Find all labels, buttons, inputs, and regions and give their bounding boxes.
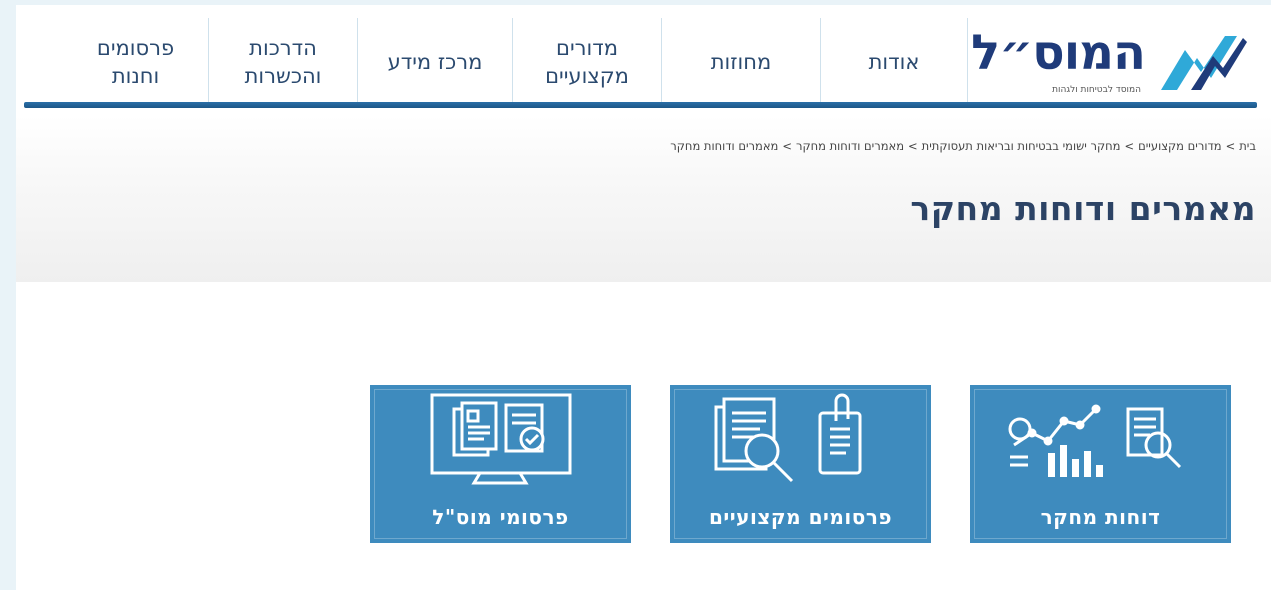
documents-magnifier-icon [714,393,862,483]
logo-tagline: המוסד לבטיחות ולגהות [1052,85,1141,95]
tile-label: פרסומים מקצועיים [708,505,893,529]
nav-item-label-line2: וחנות [111,64,160,88]
nav-item-label-line2: והכשרות [244,64,322,88]
tile-professional-publications[interactable]: פרסומים מקצועיים [670,385,931,543]
nav-item-label: מרכז מידע [387,50,483,74]
breadcrumb-current: מאמרים ודוחות מחקר [670,139,779,153]
nav-item-exhibitions[interactable]: מחוזות [661,18,820,106]
logo-wordmark: המוס״ל [971,25,1146,81]
title-band: בית>מדורים מקצועיים>מחקר ישומי בבטיחות ו… [16,115,1271,282]
nav-item-label-line1: מדורים [556,36,618,60]
breadcrumb-separator: > [782,139,792,153]
site-logo[interactable]: המוס״ל המוסד לבטיחות ולגהות [967,18,1257,106]
nav-underline [24,102,1257,108]
logo-mark-icon [1161,36,1247,90]
tile-research-reports[interactable]: דוחות מחקר [970,385,1231,543]
breadcrumb-separator: > [1124,139,1135,153]
main-nav: המוס״ל המוסד לבטיחות ולגהות אודות מחוזות… [24,18,1257,106]
breadcrumb-articles-reports[interactable]: מאמרים ודוחות מחקר [796,139,904,153]
breadcrumb-separator: > [1225,139,1236,153]
tile-label: דוחות מחקר [1040,505,1161,529]
monitor-documents-icon [430,393,572,485]
breadcrumb-applied-research[interactable]: מחקר ישומי בבטיחות ובריאות תעסוקתית [922,139,1121,153]
tile-label: פרסומי מוס"ל [432,505,569,529]
breadcrumb-separator: > [908,139,918,153]
nav-item-label-line1: הדרכות [249,36,317,60]
chart-and-magnifier-icon [1008,404,1182,477]
nav-item-info-center[interactable]: מרכז מידע [357,18,512,106]
nav-item-label-line2: מקצועיים [545,64,629,88]
page: המוס״ל המוסד לבטיחות ולגהות אודות מחוזות… [16,5,1271,590]
nav-item-training[interactable]: הדרכות והכשרות [208,18,357,106]
breadcrumb: בית>מדורים מקצועיים>מחקר ישומי בבטיחות ו… [476,137,1256,155]
nav-item-label: מחוזות [710,50,772,74]
site-header: המוס״ל המוסד לבטיחות ולגהות אודות מחוזות… [16,5,1271,108]
nav-item-publications[interactable]: פרסומים וחנות [63,18,208,106]
tile-mosal-publications[interactable]: פרסומי מוס"ל [370,385,631,543]
nav-item-about[interactable]: אודות [820,18,967,106]
nav-item-label-line1: פרסומים [96,36,175,60]
page-title: מאמרים ודוחות מחקר [910,189,1256,228]
breadcrumb-professional[interactable]: מדורים מקצועיים [1138,139,1221,153]
breadcrumb-home[interactable]: בית [1239,139,1256,153]
nav-item-professional[interactable]: מדורים מקצועיים [512,18,661,106]
nav-item-label: אודות [868,50,920,74]
